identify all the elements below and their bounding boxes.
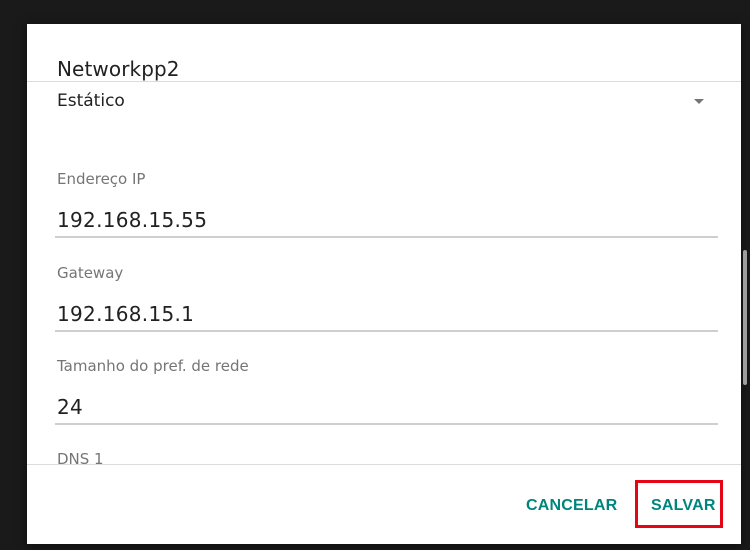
cancel-button[interactable]: CANCELAR [526,497,617,515]
gateway-input[interactable]: 192.168.15.1 [57,302,194,326]
dropdown-arrow-icon [694,99,704,104]
dialog-content: Estático Endereço IP 192.168.15.55 Gatew… [27,82,741,464]
ip-address-underline [55,236,718,238]
save-button[interactable]: SALVAR [651,497,716,515]
screen-background: Networkpp2 Estático Endereço IP 192.168.… [0,0,750,550]
gateway-underline [55,330,718,332]
gateway-label: Gateway [57,264,124,282]
ip-settings-selected-value: Estático [57,91,125,111]
save-button-highlight: SALVAR [635,480,723,528]
actions-divider [27,464,741,465]
dialog-title: Networkpp2 [57,57,180,81]
ip-address-label: Endereço IP [57,170,146,188]
prefix-length-label: Tamanho do pref. de rede [57,357,249,375]
prefix-length-underline [55,423,718,425]
dns1-label: DNS 1 [57,450,104,464]
prefix-length-input[interactable]: 24 [57,395,83,419]
ip-settings-dropdown[interactable]: Estático [57,90,704,114]
scrollbar[interactable] [743,250,747,385]
network-settings-dialog: Networkpp2 Estático Endereço IP 192.168.… [27,24,741,544]
ip-address-input[interactable]: 192.168.15.55 [57,208,207,232]
